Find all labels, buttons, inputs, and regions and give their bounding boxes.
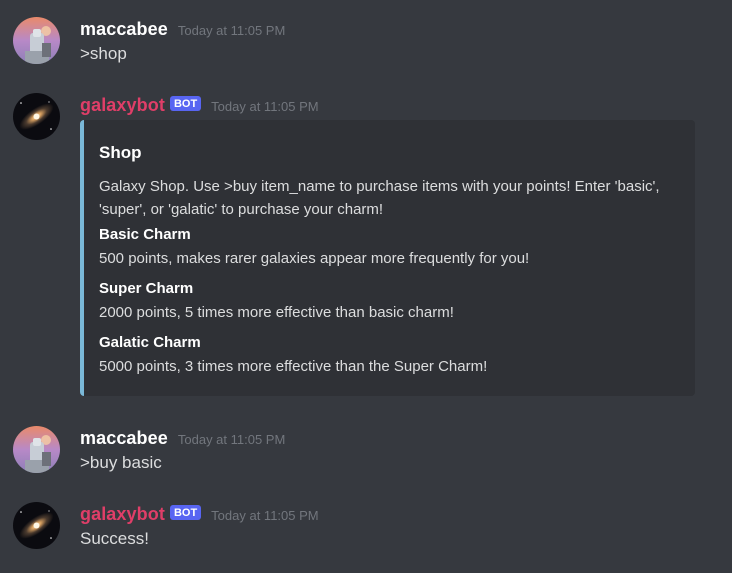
- username[interactable]: maccabee: [80, 428, 168, 449]
- message-content: Success!: [80, 529, 149, 548]
- user-avatar-icon[interactable]: [13, 426, 60, 473]
- message-content: >buy basic: [80, 453, 162, 472]
- embed-title: Shop: [99, 143, 142, 162]
- message-header: maccabee Today at 11:05 PM: [80, 19, 285, 40]
- galaxy-avatar-icon[interactable]: [13, 502, 60, 549]
- username[interactable]: maccabee: [80, 19, 168, 40]
- embed-field-name: Super Charm: [99, 280, 194, 297]
- message-header: galaxybot BOT Today at 11:05 PM: [80, 95, 319, 116]
- chat-messages: maccabee Today at 11:05 PM >shop galaxyb…: [0, 0, 732, 573]
- embed-field-name: Galatic Charm: [99, 334, 201, 351]
- username[interactable]: galaxybot: [80, 504, 165, 525]
- username[interactable]: galaxybot: [80, 95, 165, 116]
- message-header: maccabee Today at 11:05 PM: [80, 428, 285, 449]
- timestamp: Today at 11:05 PM: [211, 99, 319, 114]
- bot-badge: BOT: [169, 96, 202, 111]
- embed-field-value: 500 points, makes rarer galaxies appear …: [99, 250, 530, 267]
- message-content: >shop: [80, 44, 127, 63]
- timestamp: Today at 11:05 PM: [177, 432, 286, 447]
- embed-field-value: 2000 points, 5 times more effective than…: [99, 304, 454, 321]
- user-avatar-icon[interactable]: [13, 17, 60, 64]
- timestamp: Today at 11:05 PM: [211, 508, 319, 523]
- galaxy-avatar-icon[interactable]: [13, 93, 60, 140]
- shop-embed: Shop Galaxy Shop. Use >buy item_name to …: [80, 120, 695, 396]
- bot-badge: BOT: [169, 505, 202, 520]
- embed-field-name: Basic Charm: [99, 226, 191, 243]
- timestamp: Today at 11:05 PM: [177, 23, 286, 38]
- embed-description: Galaxy Shop. Use >buy item_name to purch…: [99, 178, 660, 218]
- embed-field-value: 5000 points, 3 times more effective than…: [99, 358, 488, 375]
- message-header: galaxybot BOT Today at 11:05 PM: [80, 504, 319, 525]
